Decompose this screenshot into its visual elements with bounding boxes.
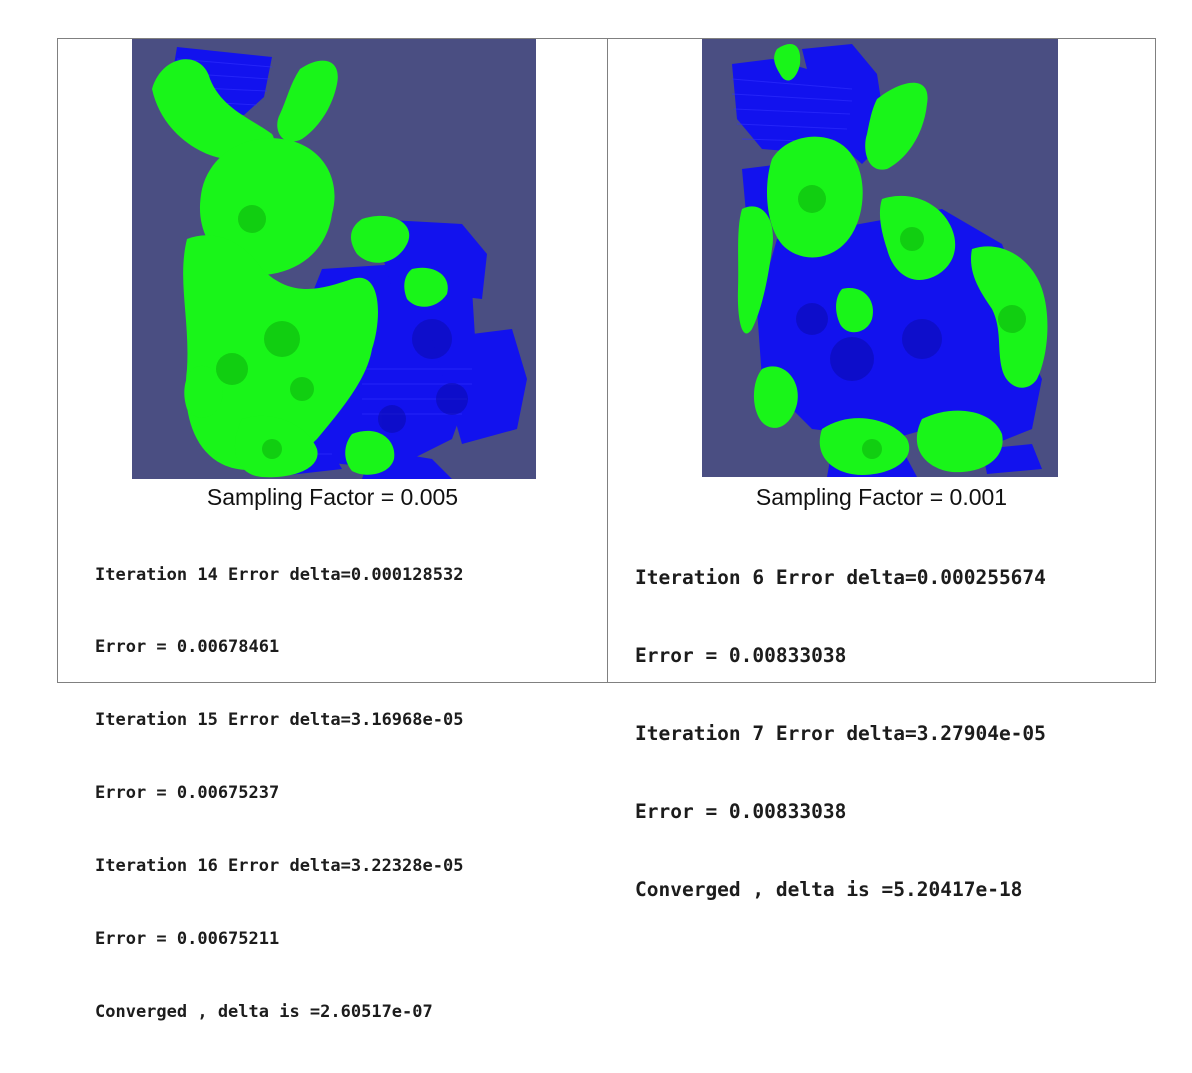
convergence-log: Iteration 6 Error delta=0.000255674 Erro…	[635, 513, 1046, 955]
bunny-mesh-image	[152, 47, 527, 479]
log-line: Iteration 7 Error delta=3.27904e-05	[635, 722, 1046, 745]
log-line: Error = 0.00675211	[95, 929, 280, 950]
convergence-log: Iteration 14 Error delta=0.000128532 Err…	[95, 514, 463, 1073]
bunny-render-left	[132, 39, 536, 479]
log-line: Error = 0.00678461	[95, 637, 280, 658]
sampling-factor-caption: Sampling Factor = 0.001	[755, 484, 1008, 510]
log-line: Converged , delta is =5.20417e-18	[635, 878, 1023, 901]
bunny-render-right	[702, 39, 1058, 477]
log-line: Iteration 15 Error delta=3.16968e-05	[95, 710, 464, 731]
log-line: Error = 0.00833038	[635, 644, 847, 667]
sampling-factor-caption: Sampling Factor = 0.005	[206, 484, 459, 510]
panel-sampling-0001: Sampling Factor = 0.001 Iteration 6 Erro…	[608, 39, 1155, 901]
log-line: Iteration 6 Error delta=0.000255674	[635, 566, 1046, 589]
log-line: Iteration 14 Error delta=0.000128532	[95, 564, 464, 585]
log-line: Converged , delta is =2.60517e-07	[95, 1001, 433, 1022]
log-line: Error = 0.00675237	[95, 783, 280, 804]
log-line: Error = 0.00833038	[635, 800, 847, 823]
bunny-mesh-image	[731, 44, 1048, 477]
comparison-table: Sampling Factor = 0.005 Iteration 14 Err…	[57, 38, 1156, 1022]
panel-sampling-0005: Sampling Factor = 0.005 Iteration 14 Err…	[58, 39, 608, 1022]
log-line: Iteration 16 Error delta=3.22328e-05	[95, 856, 464, 877]
